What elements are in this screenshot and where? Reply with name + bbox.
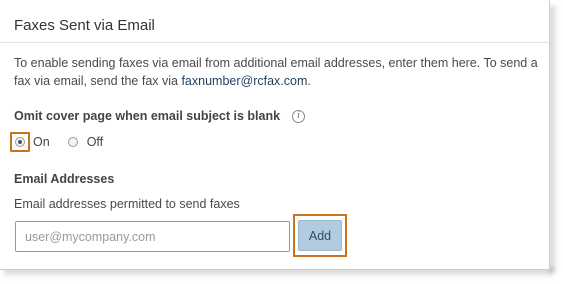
description: To enable sending faxes via email from a… (14, 54, 548, 90)
radio-off[interactable] (67, 137, 78, 147)
add-button-highlight: Add (293, 214, 347, 257)
radio-off-label[interactable]: Off (87, 135, 103, 149)
email-addresses-heading: Email Addresses (14, 172, 115, 186)
panel-title: Faxes Sent via Email (14, 17, 155, 34)
radio-on-label[interactable]: On (33, 135, 50, 149)
panel-shadow-right (549, 6, 558, 272)
faxes-sent-via-email-panel: Faxes Sent via Email To enable sending f… (0, 0, 550, 270)
omit-cover-label-text: Omit cover page when email subject is bl… (14, 109, 281, 123)
omit-cover-label: Omit cover page when email subject is bl… (14, 109, 306, 123)
radio-on[interactable] (15, 137, 25, 147)
add-button[interactable]: Add (298, 220, 342, 251)
radio-off-option[interactable]: Off (67, 135, 103, 149)
email-address-input[interactable] (15, 221, 290, 252)
omit-cover-radio-group: On Off (10, 132, 103, 152)
info-icon[interactable]: i (292, 109, 306, 123)
fax-email-link[interactable]: faxnumber@rcfax.com (181, 74, 307, 88)
panel-header: Faxes Sent via Email (0, 0, 549, 43)
email-addresses-subtext: Email addresses permitted to send faxes (14, 197, 240, 211)
radio-on-highlight (10, 132, 30, 152)
description-end: . (307, 74, 311, 88)
